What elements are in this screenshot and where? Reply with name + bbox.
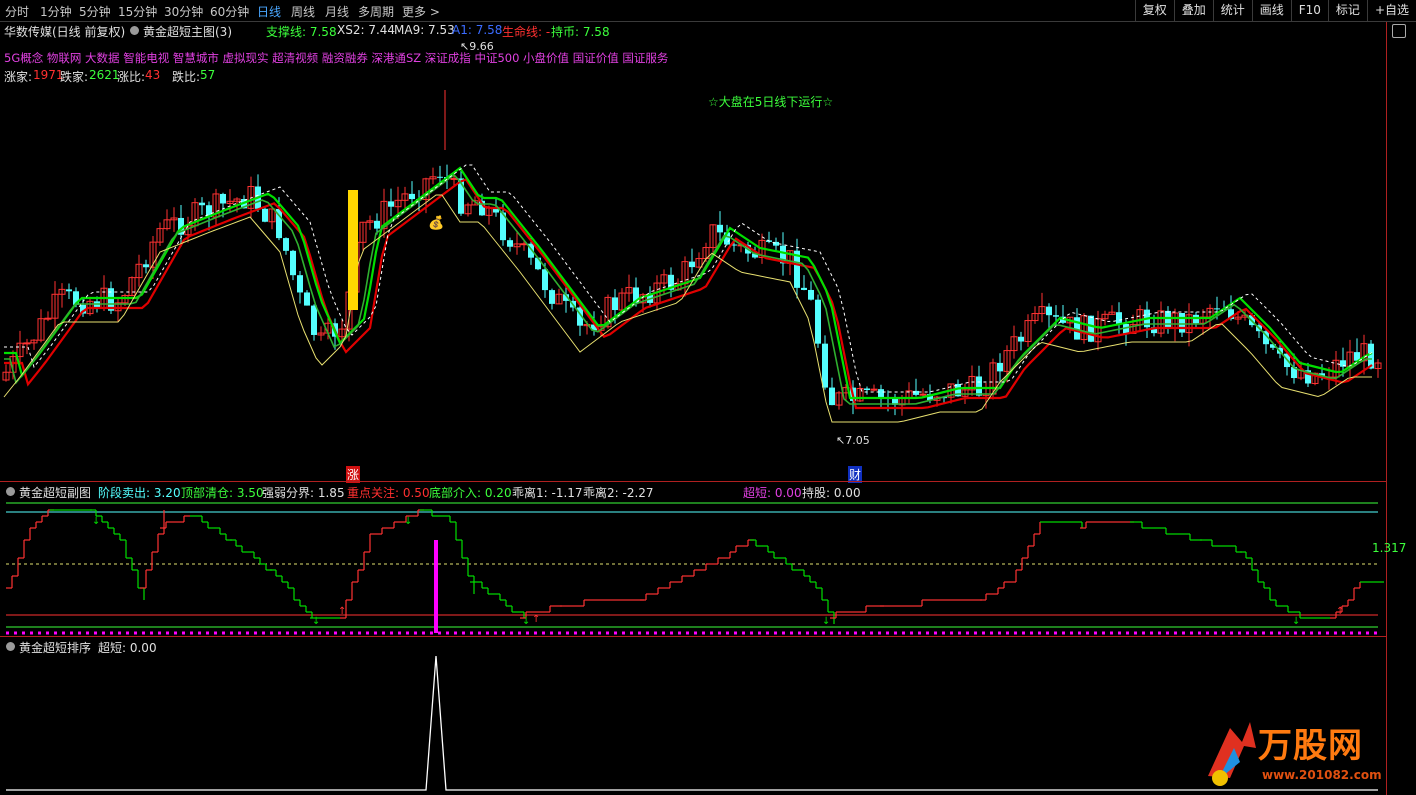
candle-body [290, 250, 296, 276]
chart-canvas[interactable]: ↓ ↓↓ ↓ ↓ ↓↑↑↑ [0, 0, 1416, 795]
super-short-bar [434, 540, 438, 633]
hold-stock-value: 持股: 0.00 [802, 486, 861, 500]
candle-body [1179, 312, 1185, 333]
watermark-url: www.201082.com [1262, 768, 1382, 782]
candle-body [1165, 310, 1171, 329]
price-axis-border [1386, 22, 1387, 795]
candle-body [374, 220, 380, 229]
down-arrow-icon: ↓ [92, 516, 100, 527]
candle-body [1046, 306, 1052, 316]
super-short-value: 超短: 0.00 [743, 486, 802, 500]
candle-body [388, 201, 394, 207]
candle-body [297, 275, 303, 293]
candle-body [1116, 312, 1122, 324]
watermark-logo: 万股网 www.201082.com [1200, 716, 1390, 788]
sub-indicator-chart: ↓ ↓↓ ↓ ↓ ↓↑↑↑ [6, 502, 1384, 635]
candle-body [507, 240, 513, 247]
candle-body [542, 269, 548, 291]
focus-value: 重点关注: 0.50 [347, 486, 430, 500]
candle-body [976, 376, 982, 396]
sub2-settings-icon[interactable] [6, 639, 15, 653]
down-arrow-icon: ↓ [522, 616, 530, 627]
candle-body [409, 193, 415, 200]
candle-body [1088, 315, 1094, 342]
candle-body [1214, 308, 1220, 310]
candle-body [262, 208, 268, 222]
deviation2-value: 乖离2: -2.27 [583, 486, 654, 500]
candle-body [220, 193, 226, 204]
candle-body [919, 393, 927, 396]
candle-body [801, 287, 807, 290]
candle-body [1053, 315, 1059, 317]
candle-body [689, 261, 695, 268]
candle-body [612, 297, 618, 311]
candle-body [283, 238, 289, 251]
down-arrow-icon: ↓ [1292, 616, 1300, 627]
down-arrow-icon: ↓ [404, 516, 412, 527]
candle-body [535, 257, 541, 270]
sub2-super-short: 超短: 0.00 [98, 641, 157, 655]
candle-body [717, 224, 723, 233]
candle-body [808, 289, 814, 300]
candle-body [450, 177, 458, 180]
deviation1-value: 乖离1: -1.17 [512, 486, 583, 500]
sort-spike-line [6, 655, 1378, 791]
watermark-arrow-icon [1208, 722, 1256, 786]
candle-body [44, 317, 52, 320]
up-arrow-icon: ↑ [532, 614, 540, 625]
candle-body [1018, 336, 1024, 342]
candle-body [822, 343, 828, 388]
main-kline-chart [2, 90, 1382, 423]
watermark-brand: 万股网 [1258, 726, 1363, 766]
candle-body [829, 387, 835, 406]
candle-body [304, 292, 310, 306]
candle-body [997, 362, 1003, 372]
sub2-name[interactable]: 黄金超短排序 [19, 639, 91, 656]
candle-body [878, 389, 884, 398]
candle-body [870, 388, 878, 391]
phase-sell-value: 阶段卖出: 3.20 [98, 486, 181, 500]
top-clear-value: 顶部清仓: 3.50 [181, 486, 264, 500]
strong-weak-value: 强弱分界: 1.85 [262, 486, 345, 500]
sort-indicator-chart [6, 655, 1378, 791]
money-bag-icon: 💰 [428, 216, 445, 231]
pane-divider [0, 636, 1386, 637]
sub1-name[interactable]: 黄金超短副图 [19, 484, 91, 501]
down-arrow-icon: ↓ [822, 616, 830, 627]
sub1-settings-icon[interactable] [6, 484, 15, 498]
candle-body [437, 176, 443, 178]
up-arrow-icon: ↑ [1336, 606, 1344, 617]
candle-body [549, 290, 555, 304]
signal-bar [348, 190, 358, 310]
bottom-enter-value: 底部介入: 0.20 [429, 486, 512, 500]
high-price-label: ↖9.66 [460, 40, 494, 53]
sub1-axis-value: 1.317 [1372, 541, 1407, 555]
candle-body [199, 202, 205, 206]
up-arrow-icon: ↑ [338, 606, 346, 617]
candle-body [815, 299, 821, 344]
pane-divider [0, 481, 1386, 482]
down-arrow-icon: ↓ [312, 616, 320, 627]
candle-body [66, 289, 72, 292]
low-price-label: ↖7.05 [836, 434, 870, 447]
candle-body [23, 342, 31, 345]
candle-body [311, 305, 317, 335]
candle-body [143, 264, 149, 268]
candle-body [864, 388, 870, 391]
